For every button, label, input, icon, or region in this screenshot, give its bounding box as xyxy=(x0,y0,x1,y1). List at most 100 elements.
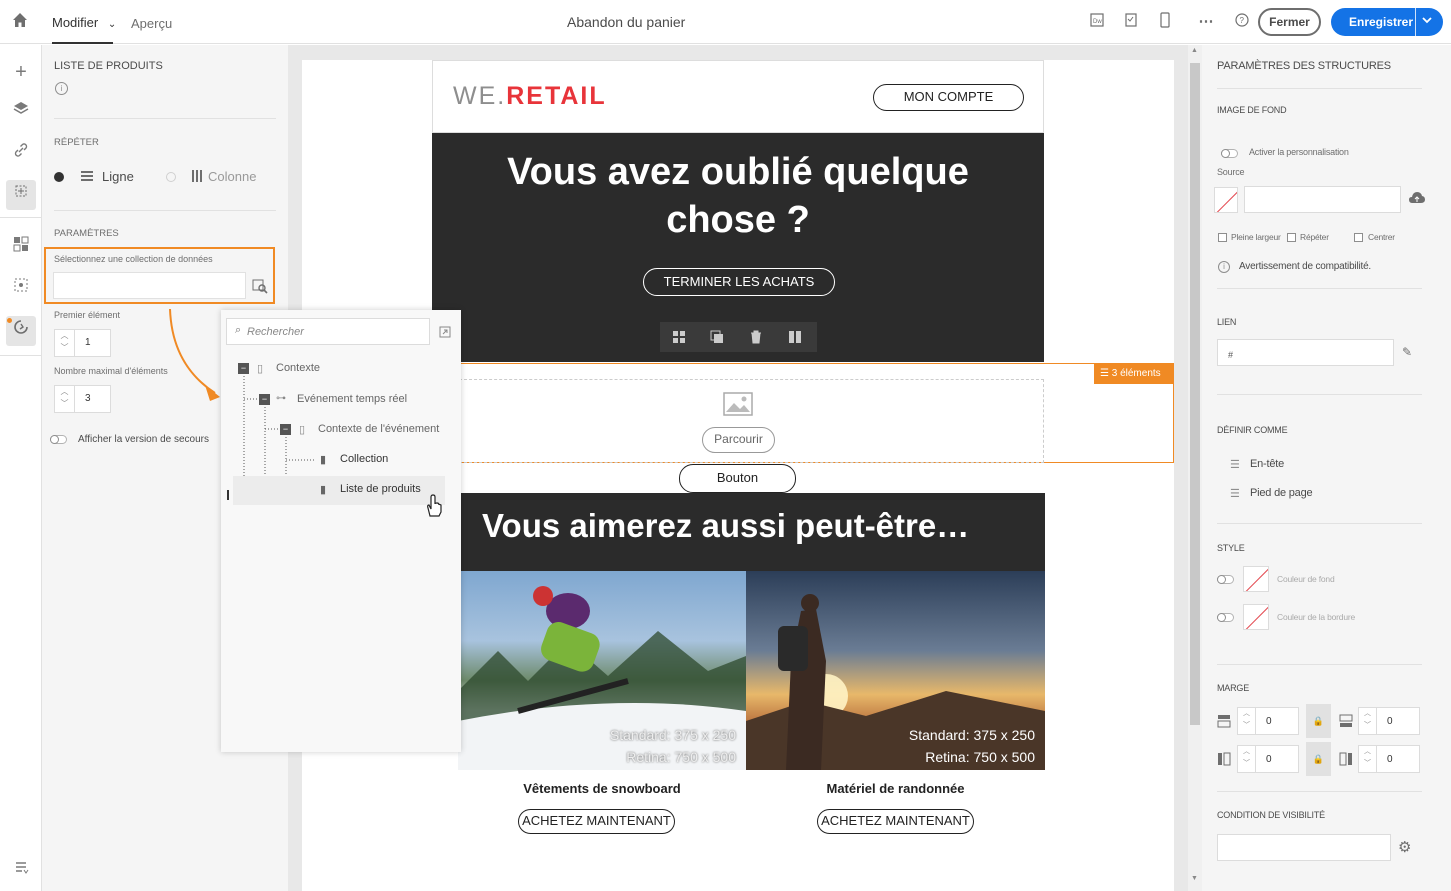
dreamweaver-icon[interactable]: Dw xyxy=(1087,12,1107,32)
collection-input[interactable] xyxy=(53,272,246,299)
define-as-label: DÉFINIR COMME xyxy=(1217,425,1288,435)
layers-bottom-icon[interactable] xyxy=(6,857,36,887)
svg-text:Dw: Dw xyxy=(1093,19,1102,25)
info-icon[interactable]: i xyxy=(1218,261,1230,273)
stepper-arrows[interactable]: ︿ ﹀ xyxy=(1238,708,1256,734)
radio-row-selected[interactable] xyxy=(54,172,64,182)
upload-icon[interactable] xyxy=(1409,191,1425,210)
collapse-icon[interactable]: − xyxy=(238,363,249,374)
checklist-icon[interactable] xyxy=(1121,12,1141,32)
browse-button[interactable]: Parcourir xyxy=(702,427,775,453)
popup-search-input[interactable]: ⌕ Rechercher xyxy=(226,318,430,345)
margin-right-stepper[interactable]: ︿ ﹀ 0 xyxy=(1358,745,1420,773)
scroll-thumb[interactable] xyxy=(1190,63,1200,725)
collection-label: Sélectionnez une collection de données xyxy=(54,254,213,264)
mobile-icon[interactable] xyxy=(1155,12,1175,32)
stepper-arrows[interactable]: ︿ ﹀ xyxy=(1238,746,1256,772)
collapse-icon[interactable]: − xyxy=(259,394,270,405)
svg-text:?: ? xyxy=(1240,16,1245,25)
first-item-stepper[interactable]: ︿ ﹀ 1 xyxy=(54,329,111,357)
search-placeholder: Rechercher xyxy=(247,326,304,338)
tab-preview[interactable]: Aperçu xyxy=(131,16,172,31)
lock-icon[interactable]: 🔒 xyxy=(1306,704,1331,738)
define-header[interactable]: En-tête xyxy=(1250,458,1284,470)
columns-icon[interactable] xyxy=(788,330,802,349)
tree-item-collection[interactable]: Collection xyxy=(340,453,388,465)
tab-edit[interactable]: Modifier ⌄ xyxy=(52,15,116,30)
bg-color-toggle[interactable] xyxy=(1217,575,1234,584)
account-button[interactable]: MON COMPTE xyxy=(873,84,1024,111)
image-placeholder[interactable]: Parcourir xyxy=(459,379,1044,463)
hero-block[interactable]: Vous avez oublié quelque chose ? TERMINE… xyxy=(432,133,1044,362)
product-cta[interactable]: ACHETEZ MAINTENANT xyxy=(518,809,675,834)
scroll-up-icon[interactable]: ▲ xyxy=(1191,47,1198,54)
email-header[interactable]: WE.RETAIL MON COMPTE xyxy=(432,60,1044,133)
define-footer[interactable]: Pied de page xyxy=(1250,487,1313,499)
margin-top-stepper[interactable]: ︿ ﹀ 0 xyxy=(1237,707,1299,735)
link-label: LIEN xyxy=(1217,317,1237,327)
lock-icon[interactable]: 🔒 xyxy=(1306,742,1331,776)
divider-2 xyxy=(54,210,276,211)
source-input[interactable] xyxy=(1244,186,1401,213)
fallback-label: Afficher la version de secours xyxy=(78,434,209,445)
duplicate-icon[interactable] xyxy=(710,330,724,349)
stepper-arrows[interactable]: ︿ ﹀ xyxy=(1359,708,1377,734)
tree-item-event-context[interactable]: Contexte de l'événement xyxy=(318,423,439,435)
canvas-scrollbar[interactable]: ▲ ▼ xyxy=(1188,45,1202,891)
left-rail: + xyxy=(0,45,42,891)
margin-left-stepper[interactable]: ︿ ﹀ 0 xyxy=(1237,745,1299,773)
tree-item-context[interactable]: Contexte xyxy=(276,362,320,374)
product-image-hiking[interactable]: Standard: 375 x 250 Retina: 750 x 500 xyxy=(746,571,1045,770)
fallback-toggle[interactable] xyxy=(50,435,67,444)
help-icon[interactable]: ? xyxy=(1232,12,1252,32)
structure-settings-icon[interactable] xyxy=(6,180,36,210)
personalize-toggle[interactable] xyxy=(1221,149,1238,158)
select-icon[interactable] xyxy=(6,274,36,304)
stepper-arrows[interactable]: ︿ ﹀ xyxy=(55,330,75,356)
stepper-arrows[interactable]: ︿ ﹀ xyxy=(1359,746,1377,772)
border-color-swatch[interactable] xyxy=(1243,604,1269,630)
components-icon[interactable] xyxy=(6,233,36,263)
edit-icon[interactable]: ✎ xyxy=(1402,345,1412,359)
expand-icon[interactable] xyxy=(439,325,451,343)
margin-bottom-icon xyxy=(1339,714,1353,733)
center-checkbox[interactable] xyxy=(1354,233,1363,242)
gear-icon[interactable]: ⚙ xyxy=(1398,838,1411,856)
items-badge[interactable]: ☰ 3 éléments xyxy=(1094,364,1173,384)
bg-color-swatch[interactable] xyxy=(1243,566,1269,592)
file-icon: ▮ xyxy=(320,484,327,496)
close-button[interactable]: Fermer xyxy=(1258,8,1321,36)
grid-icon[interactable] xyxy=(672,330,686,349)
save-chevron-icon[interactable] xyxy=(1421,13,1433,30)
save-button[interactable]: Enregistrer xyxy=(1331,8,1443,36)
product-image-snowboard[interactable]: Standard: 375 x 250 Retina: 750 x 500 xyxy=(458,571,746,770)
section2-header[interactable]: Vous aimerez aussi peut-être… xyxy=(458,493,1045,571)
link-input[interactable]: # xyxy=(1217,339,1394,366)
visibility-input[interactable] xyxy=(1217,834,1391,861)
generic-button[interactable]: Bouton xyxy=(679,464,796,493)
browse-collection-icon[interactable] xyxy=(252,278,268,294)
add-icon[interactable]: + xyxy=(6,57,36,87)
more-icon[interactable]: ⋯ xyxy=(1196,12,1216,32)
chevron-down-icon[interactable]: ⌄ xyxy=(108,19,116,30)
info-icon[interactable]: i xyxy=(55,82,68,95)
compat-label[interactable]: Avertissement de compatibilité. xyxy=(1239,261,1371,272)
stepper-arrows[interactable]: ︿ ﹀ xyxy=(55,386,75,412)
hero-button[interactable]: TERMINER LES ACHATS xyxy=(643,268,835,296)
source-swatch[interactable] xyxy=(1214,187,1238,213)
layers-icon[interactable] xyxy=(6,97,36,127)
radio-column[interactable] xyxy=(166,172,176,182)
tree-item-realtime-event[interactable]: Evénement temps réel xyxy=(297,393,407,405)
margin-bottom-stepper[interactable]: ︿ ﹀ 0 xyxy=(1358,707,1420,735)
border-color-toggle[interactable] xyxy=(1217,613,1234,622)
scroll-down-icon[interactable]: ▼ xyxy=(1191,875,1198,882)
trash-icon[interactable] xyxy=(749,330,763,349)
link-icon[interactable] xyxy=(6,139,36,169)
repeat-checkbox[interactable] xyxy=(1287,233,1296,242)
product-cta[interactable]: ACHETEZ MAINTENANT xyxy=(817,809,974,834)
tree-item-product-list[interactable]: Liste de produits xyxy=(340,483,421,495)
collapse-icon[interactable]: − xyxy=(280,424,291,435)
full-width-checkbox[interactable] xyxy=(1218,233,1227,242)
max-items-stepper[interactable]: ︿ ﹀ 3 xyxy=(54,385,111,413)
home-icon[interactable] xyxy=(10,12,30,32)
